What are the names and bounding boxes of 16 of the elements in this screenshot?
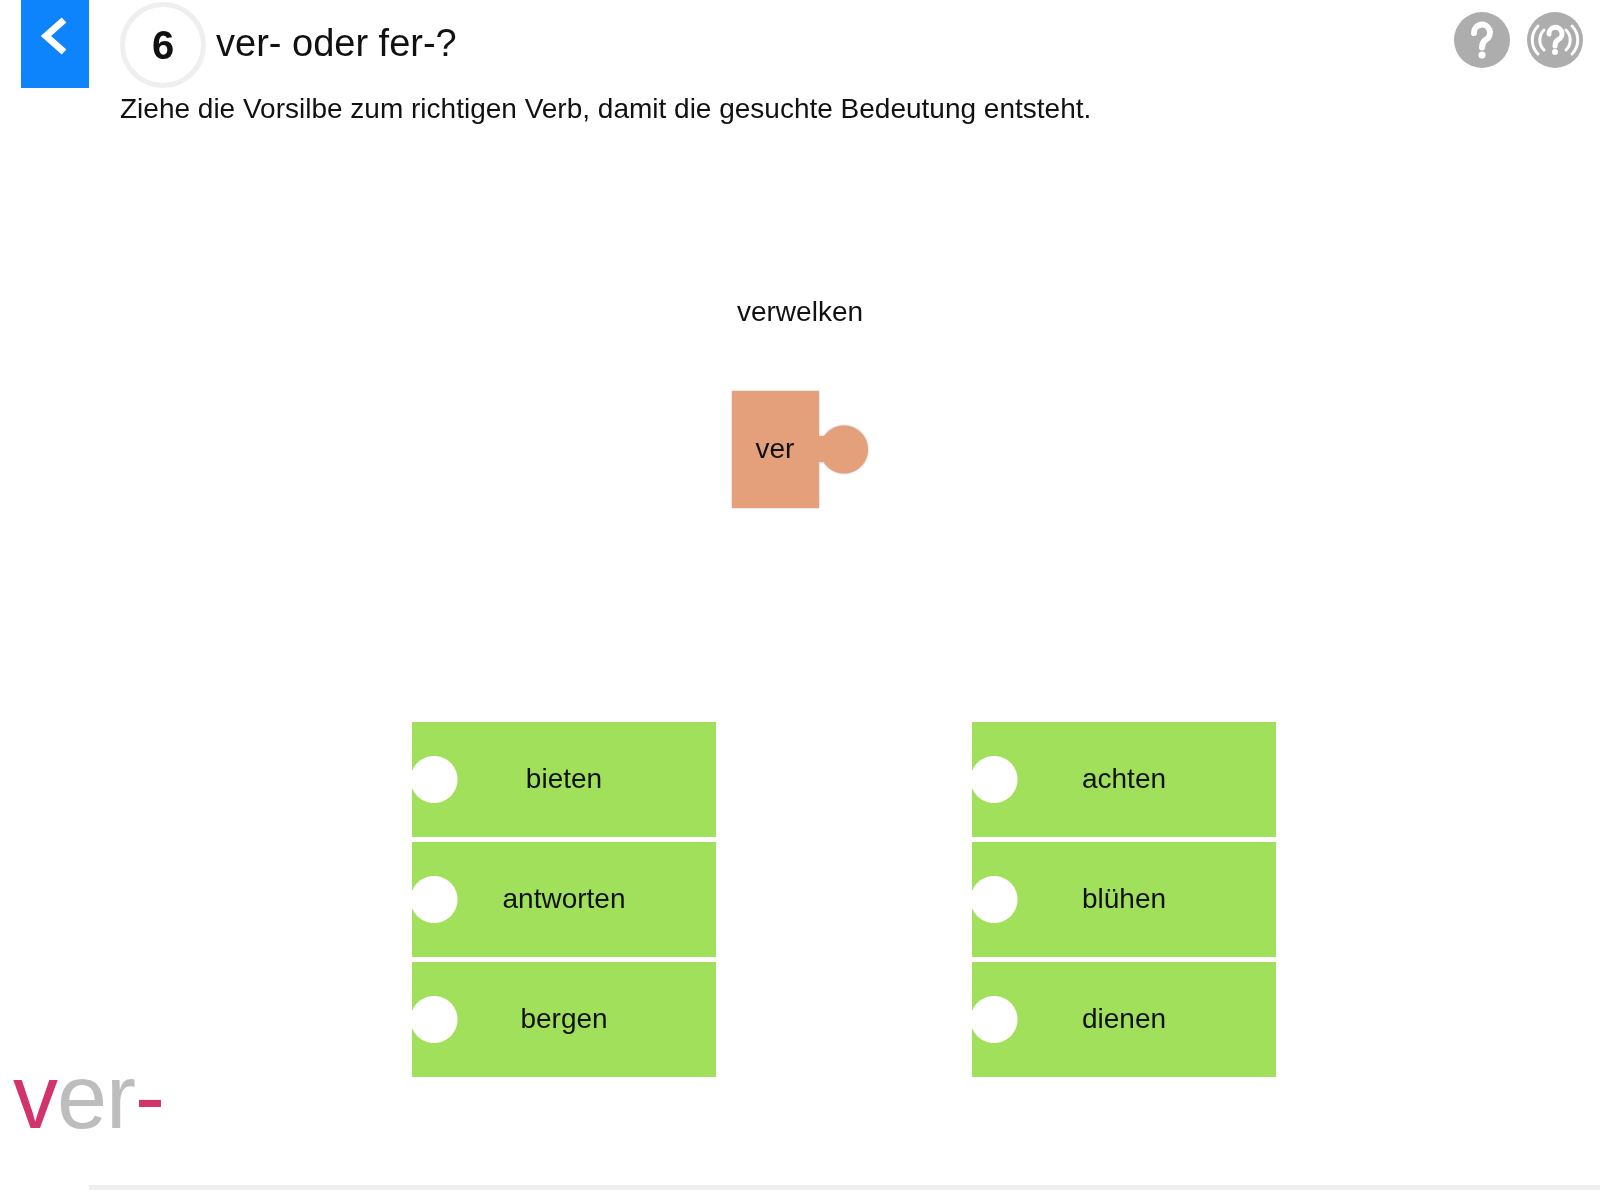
word-puzzle-piece[interactable]: dienen	[972, 961, 1276, 1077]
chevron-left-icon	[40, 17, 68, 55]
task-number: 6	[120, 2, 206, 88]
help-icon[interactable]	[1454, 12, 1510, 68]
prefix-puzzle-piece[interactable]: ver	[731, 390, 869, 508]
word-puzzle-piece[interactable]: bergen	[412, 961, 716, 1077]
word-puzzle-piece[interactable]: blühen	[972, 841, 1276, 957]
back-button[interactable]	[21, 0, 89, 88]
word-puzzle-piece[interactable]: achten	[972, 721, 1276, 837]
word-puzzle-piece[interactable]: antworten	[412, 841, 716, 957]
task-title: ver- oder fer-?	[216, 21, 457, 67]
instruction-text: Ziehe die Vorsilbe zum richtigen Verb, damit die gesuchte Bedeutung entsteht.	[120, 92, 1092, 126]
logo-text: ver-	[13, 1051, 165, 1142]
sound-help-icon[interactable]	[1527, 12, 1583, 68]
target-word: verwelken	[736, 295, 864, 329]
word-puzzle-piece[interactable]: bieten	[412, 721, 716, 837]
